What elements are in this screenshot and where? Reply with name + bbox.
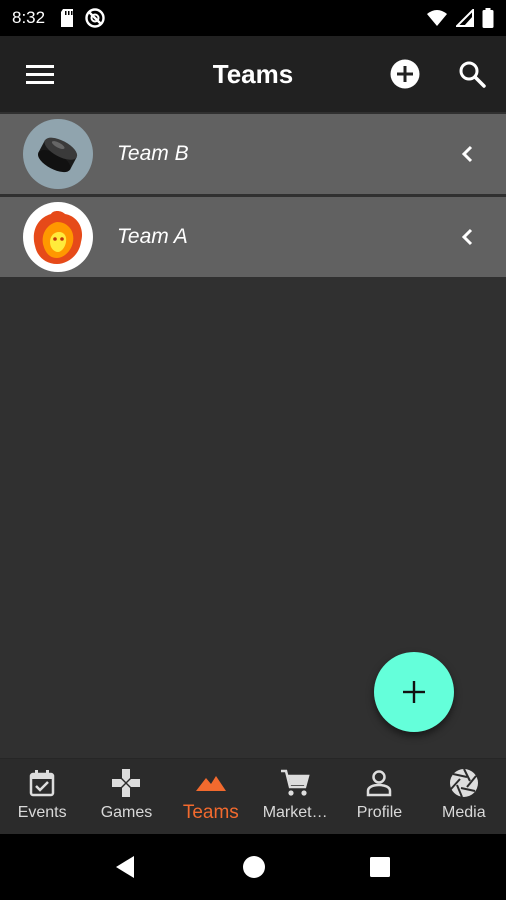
status-left-icons <box>59 8 105 28</box>
gamepad-icon <box>112 769 141 797</box>
fab-add-button[interactable] <box>374 652 454 732</box>
nav-item-media[interactable]: Media <box>422 759 506 835</box>
team-avatar <box>23 119 93 189</box>
nav-label: Teams <box>182 802 239 823</box>
app-bar: Teams <box>0 36 506 112</box>
team-list: Team B Team A <box>0 114 506 280</box>
fire-lion-logo-icon <box>23 202 93 272</box>
do-not-disturb-icon <box>85 8 105 28</box>
signal-icon <box>456 9 474 27</box>
team-row-team-b[interactable]: Team B <box>0 114 506 194</box>
add-circle-icon <box>390 59 420 89</box>
nav-label: Games <box>100 804 153 821</box>
team-row-team-a[interactable]: Team A <box>0 197 506 277</box>
plus-icon <box>403 681 425 703</box>
chevron-left-icon[interactable] <box>456 142 480 166</box>
status-bar: 8:32 <box>0 0 506 36</box>
team-name: Team B <box>117 142 189 165</box>
recents-button[interactable] <box>366 853 394 881</box>
menu-icon <box>26 65 54 84</box>
wifi-icon <box>427 10 447 26</box>
status-time: 8:32 <box>12 8 46 27</box>
nav-label: Events <box>17 804 67 821</box>
mountain-icon <box>195 776 226 791</box>
menu-button[interactable] <box>20 56 60 92</box>
page-title: Teams <box>212 59 294 89</box>
back-triangle-icon <box>116 856 134 878</box>
calendar-check-icon <box>29 770 55 797</box>
team-avatar <box>23 202 93 272</box>
home-circle-icon <box>243 856 265 878</box>
system-nav-bar <box>0 834 506 900</box>
nav-label: Media <box>442 804 486 821</box>
search-icon <box>459 61 486 88</box>
nav-item-profile[interactable]: Profile <box>337 759 421 835</box>
nav-item-marketplace[interactable]: Market… <box>253 759 337 835</box>
add-team-button[interactable] <box>385 56 425 92</box>
nav-item-events[interactable]: Events <box>0 759 84 835</box>
sd-card-icon <box>61 9 74 27</box>
nav-label: Profile <box>356 804 403 821</box>
recents-square-icon <box>370 857 390 877</box>
cart-icon <box>281 769 310 796</box>
bottom-nav: Events Games Teams Market… Profile Media <box>0 758 506 835</box>
home-button[interactable] <box>240 853 268 881</box>
person-icon <box>367 770 392 797</box>
nav-item-teams[interactable]: Teams <box>169 759 253 835</box>
aperture-icon <box>449 768 478 798</box>
battery-icon <box>482 8 494 28</box>
team-name: Team A <box>117 225 188 248</box>
search-button[interactable] <box>452 56 492 92</box>
back-button[interactable] <box>112 853 140 881</box>
nav-item-games[interactable]: Games <box>84 759 168 835</box>
nav-label: Market… <box>262 804 328 821</box>
status-right-icons <box>426 8 494 28</box>
hockey-puck-icon <box>23 119 93 189</box>
chevron-left-icon[interactable] <box>456 225 480 249</box>
